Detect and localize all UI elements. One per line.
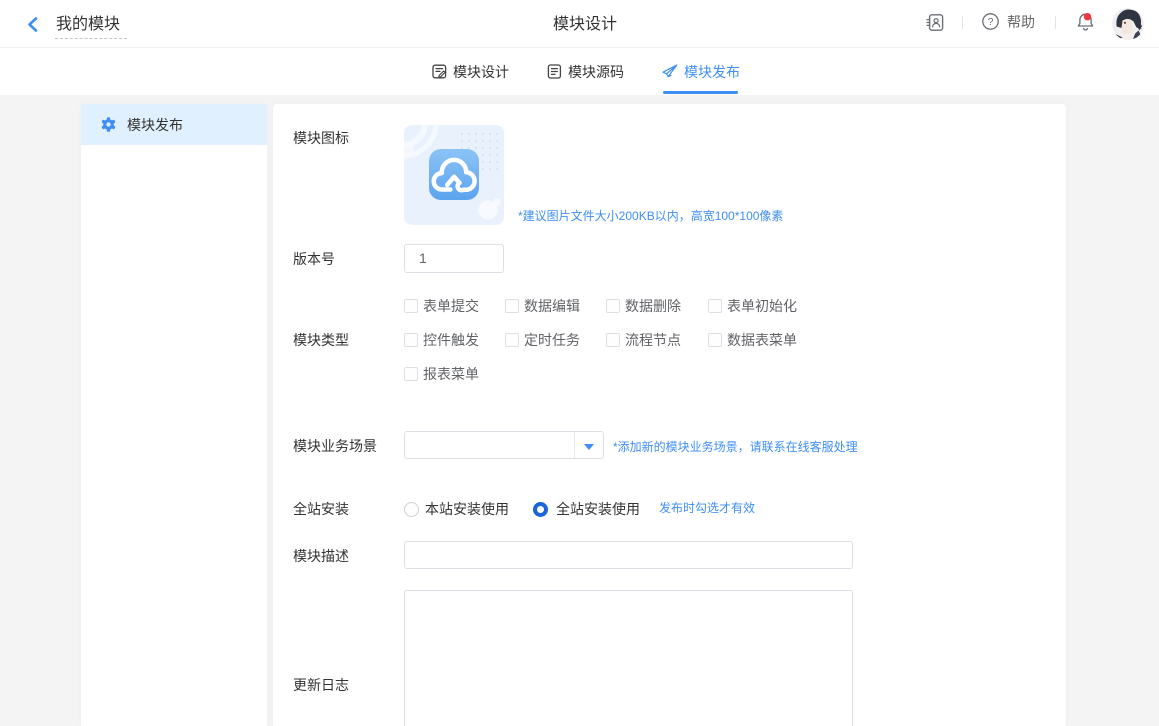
- svg-text:?: ?: [988, 16, 994, 28]
